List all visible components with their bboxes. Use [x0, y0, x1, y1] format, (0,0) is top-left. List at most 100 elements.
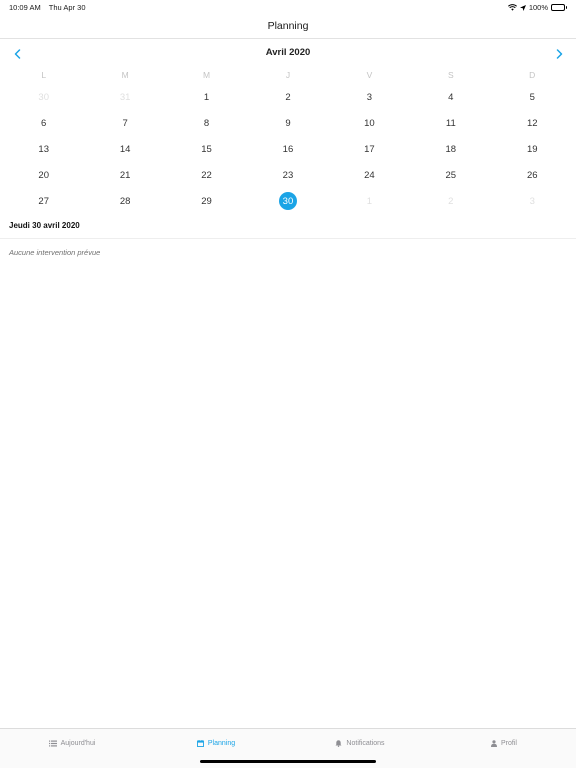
- calendar-day-number: 14: [119, 143, 131, 155]
- calendar-day[interactable]: 1: [166, 84, 247, 110]
- calendar-day-number: 6: [41, 117, 47, 129]
- calendar-day[interactable]: 7: [84, 110, 165, 136]
- calendar-day[interactable]: 21: [84, 162, 165, 188]
- calendar-day[interactable]: 30: [3, 84, 84, 110]
- calendar-day[interactable]: 24: [329, 162, 410, 188]
- calendar-day-number: 19: [526, 143, 538, 155]
- calendar-day[interactable]: 16: [247, 136, 328, 162]
- calendar-day-number: 23: [282, 169, 294, 181]
- calendar-day-number: 16: [282, 143, 294, 155]
- calendar-day[interactable]: 11: [410, 110, 491, 136]
- status-time: 10:09 AM: [9, 3, 41, 12]
- calendar-day-number: 26: [526, 169, 538, 181]
- calendar-week-row: 6 7 8 9 10 11 12: [3, 110, 573, 136]
- person-icon: [491, 739, 498, 747]
- calendar-day-number: 15: [201, 143, 212, 155]
- calendar-day-number: 11: [445, 117, 456, 129]
- calendar-day-number: 31: [119, 91, 131, 103]
- calendar-day[interactable]: 26: [492, 162, 573, 188]
- calendar-day-number: 10: [364, 117, 375, 129]
- calendar-day[interactable]: 27: [3, 188, 84, 214]
- empty-agenda-message: Aucune intervention prévue: [9, 248, 101, 257]
- weekday-label: V: [366, 70, 373, 80]
- calendar-day-number: 24: [364, 169, 375, 181]
- calendar-day-number: 18: [445, 143, 457, 155]
- calendar-day-number: 5: [529, 91, 535, 103]
- calendar-day[interactable]: 8: [166, 110, 247, 136]
- calendar-day[interactable]: 3: [329, 84, 410, 110]
- weekday-label: D: [529, 70, 536, 80]
- calendar-day[interactable]: 23: [247, 162, 328, 188]
- tab-planning[interactable]: Planning: [144, 739, 288, 747]
- weekday-label: L: [41, 70, 47, 80]
- calendar-day[interactable]: 14: [84, 136, 165, 162]
- tab-list: Aujourd'hui Planning Notifications Profil: [0, 729, 576, 757]
- calendar-day[interactable]: 28: [84, 188, 165, 214]
- calendar-day[interactable]: 29: [166, 188, 247, 214]
- calendar-day[interactable]: 18: [410, 136, 491, 162]
- tab-label: Notifications: [346, 739, 385, 747]
- weekday-label: S: [447, 70, 454, 80]
- calendar-day-number: 29: [201, 195, 212, 207]
- calendar-day[interactable]: 19: [492, 136, 573, 162]
- calendar-day-number: 4: [448, 91, 454, 103]
- calendar-day-number: 22: [201, 169, 212, 181]
- tab-profil[interactable]: Profil: [432, 740, 576, 747]
- home-indicator: [200, 760, 376, 763]
- tab-notifications[interactable]: Notifications: [288, 740, 432, 747]
- calendar-day-number: 1: [366, 195, 373, 207]
- status-bar-right: 100%: [507, 3, 567, 12]
- calendar-day-selected[interactable]: 30: [247, 188, 328, 214]
- calendar-day[interactable]: 5: [492, 84, 573, 110]
- calendar-icon: [196, 739, 204, 747]
- month-navigation: Avril 2020: [0, 44, 576, 62]
- calendar-day[interactable]: 13: [3, 136, 84, 162]
- calendar-day[interactable]: 25: [410, 162, 491, 188]
- calendar-day[interactable]: 2: [410, 188, 491, 214]
- calendar-days-grid: 30 31 1 2 3 4 5 6 7 8 9 10 11 12 13 14 15 16 17 18 19 20 21 22 2…: [3, 84, 573, 214]
- calendar-day-number: 12: [526, 117, 538, 129]
- calendar-day-number: 27: [38, 195, 49, 207]
- calendar-day-number: 1: [203, 91, 210, 103]
- divider: [0, 238, 576, 239]
- calendar-day-number: 7: [122, 117, 128, 129]
- calendar-day-number: 2: [285, 91, 291, 103]
- status-bar: 10:09 AM Thu Apr 30 100%: [0, 0, 576, 14]
- calendar-day[interactable]: 9: [247, 110, 328, 136]
- calendar-day-number: 13: [38, 143, 49, 155]
- calendar-day-number: 2: [448, 195, 454, 207]
- calendar-day[interactable]: 10: [329, 110, 410, 136]
- tab-label: Aujourd'hui: [60, 739, 96, 747]
- bell-icon: [335, 739, 342, 747]
- calendar-day[interactable]: 31: [84, 84, 165, 110]
- weekday-label: M: [121, 70, 129, 80]
- tab-bar: Aujourd'hui Planning Notifications Profil: [0, 728, 576, 768]
- battery-percent: 100%: [528, 3, 548, 12]
- calendar-day-number: 25: [445, 169, 457, 181]
- calendar-day[interactable]: 15: [166, 136, 247, 162]
- status-date: Thu Apr 30: [48, 3, 86, 12]
- tab-label: Planning: [207, 739, 236, 747]
- calendar-day[interactable]: 2: [247, 84, 328, 110]
- calendar-day[interactable]: 4: [410, 84, 491, 110]
- calendar-day[interactable]: 6: [3, 110, 84, 136]
- calendar-day[interactable]: 20: [3, 162, 84, 188]
- tab-aujourdhui[interactable]: Aujourd'hui: [0, 740, 144, 747]
- calendar-day[interactable]: 17: [329, 136, 410, 162]
- wifi-icon: [507, 4, 517, 11]
- calendar-week-row: 30 31 1 2 3 4 5: [3, 84, 573, 110]
- calendar-day[interactable]: 22: [166, 162, 247, 188]
- calendar-day[interactable]: 12: [492, 110, 573, 136]
- calendar-day-number: 21: [119, 169, 131, 181]
- calendar-day-number: 3: [366, 91, 373, 103]
- next-month-button[interactable]: [552, 47, 566, 61]
- calendar-week-row: 27 28 29 30 1 2 3: [3, 188, 573, 214]
- nav-header: Planning: [0, 14, 576, 39]
- calendar-day[interactable]: 1: [329, 188, 410, 214]
- selected-date-heading: Jeudi 30 avril 2020: [9, 221, 80, 230]
- month-label: Avril 2020: [265, 47, 311, 58]
- calendar-day-number: 17: [364, 143, 375, 155]
- calendar-day-number: 3: [529, 195, 535, 207]
- calendar-day[interactable]: 3: [492, 188, 573, 214]
- weekday-header: L M M J V S D: [3, 68, 573, 82]
